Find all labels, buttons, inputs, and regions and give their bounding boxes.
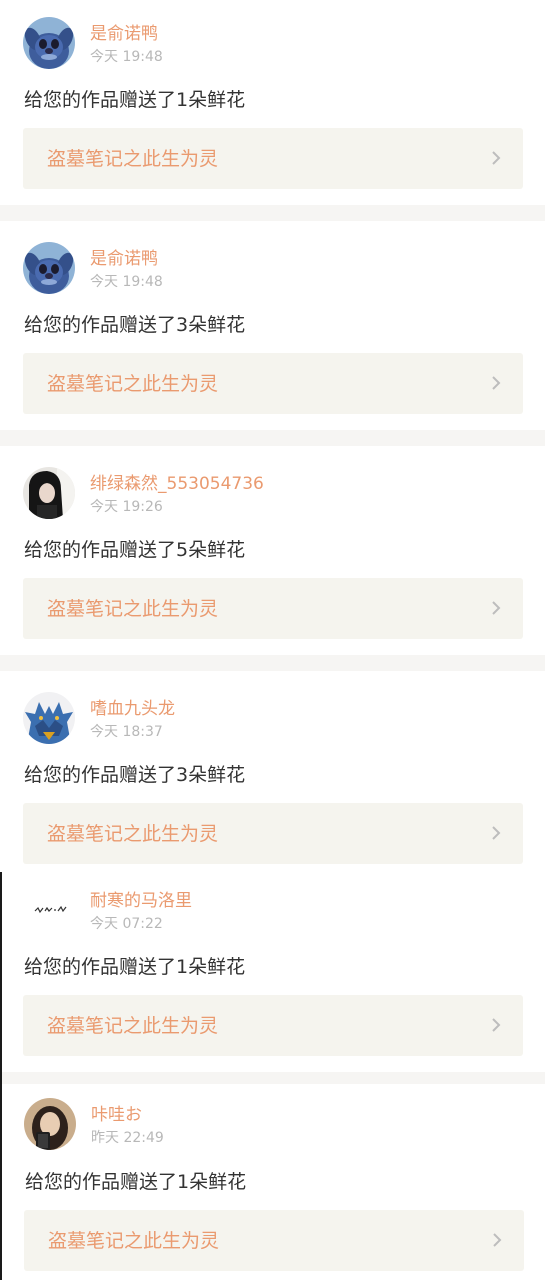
work-title: 盗墓笔记之此生为灵 bbox=[48, 1230, 220, 1252]
work-title: 盗墓笔记之此生为灵 bbox=[47, 373, 219, 395]
notification-card: 嗜血九头龙 今天 18:37 给您的作品赠送了3朵鲜花 盗墓笔记之此生为灵 bbox=[0, 671, 545, 872]
card-separator bbox=[0, 655, 545, 671]
notification-card: 是俞诺鸭 今天 19:48 给您的作品赠送了3朵鲜花 盗墓笔记之此生为灵 bbox=[0, 221, 545, 430]
gift-message: 给您的作品赠送了5朵鲜花 bbox=[24, 539, 246, 561]
stitch-avatar[interactable] bbox=[23, 242, 75, 294]
screen-edge bbox=[0, 872, 2, 1280]
username[interactable]: 是俞诺鸭 bbox=[90, 24, 158, 44]
username[interactable]: 耐寒的马洛里 bbox=[90, 891, 192, 911]
chevron-right-icon bbox=[492, 1018, 501, 1032]
timestamp: 今天 18:37 bbox=[90, 724, 163, 740]
notification-card: 咔哇お 昨天 22:49 给您的作品赠送了1朵鲜花 盗墓笔记之此生为灵 bbox=[0, 1084, 545, 1280]
girl-portrait-avatar[interactable] bbox=[23, 467, 75, 519]
notification-feed: 是俞诺鸭 今天 19:48 给您的作品赠送了1朵鲜花 盗墓笔记之此生为灵 是俞诺… bbox=[0, 0, 545, 1280]
card-separator bbox=[0, 1072, 545, 1084]
work-title: 盗墓笔记之此生为灵 bbox=[47, 148, 219, 170]
timestamp: 今天 07:22 bbox=[90, 916, 163, 932]
work-link-button[interactable]: 盗墓笔记之此生为灵 bbox=[24, 1210, 524, 1271]
timestamp: 今天 19:26 bbox=[90, 499, 163, 515]
gift-message: 给您的作品赠送了1朵鲜花 bbox=[24, 956, 246, 978]
username[interactable]: 绯绿森然_553054736 bbox=[90, 474, 264, 494]
timestamp: 昨天 22:49 bbox=[91, 1130, 164, 1146]
stitch-avatar[interactable] bbox=[23, 17, 75, 69]
chevron-right-icon bbox=[493, 1233, 502, 1247]
notification-card: 绯绿森然_553054736 今天 19:26 给您的作品赠送了5朵鲜花 盗墓笔… bbox=[0, 446, 545, 655]
notification-card: 耐寒的马洛里 今天 07:22 给您的作品赠送了1朵鲜花 盗墓笔记之此生为灵 bbox=[0, 872, 545, 1072]
username[interactable]: 嗜血九头龙 bbox=[90, 699, 175, 719]
timestamp: 今天 19:48 bbox=[90, 274, 163, 290]
chevron-right-icon bbox=[492, 376, 501, 390]
work-link-button[interactable]: 盗墓笔记之此生为灵 bbox=[23, 995, 523, 1056]
work-title: 盗墓笔记之此生为灵 bbox=[47, 598, 219, 620]
gift-message: 给您的作品赠送了1朵鲜花 bbox=[25, 1171, 247, 1193]
work-link-button[interactable]: 盗墓笔记之此生为灵 bbox=[23, 803, 523, 864]
work-link-button[interactable]: 盗墓笔记之此生为灵 bbox=[23, 353, 523, 414]
notification-card: 是俞诺鸭 今天 19:48 给您的作品赠送了1朵鲜花 盗墓笔记之此生为灵 bbox=[0, 0, 545, 205]
timestamp: 今天 19:48 bbox=[90, 49, 163, 65]
chevron-right-icon bbox=[492, 151, 501, 165]
gift-message: 给您的作品赠送了3朵鲜花 bbox=[24, 314, 246, 336]
card-separator bbox=[0, 430, 545, 446]
username[interactable]: 是俞诺鸭 bbox=[90, 249, 158, 269]
dragon-avatar[interactable] bbox=[23, 692, 75, 744]
card-separator bbox=[0, 205, 545, 221]
chevron-right-icon bbox=[492, 601, 501, 615]
work-link-button[interactable]: 盗墓笔记之此生为灵 bbox=[23, 128, 523, 189]
handwriting-avatar[interactable] bbox=[23, 884, 75, 936]
chevron-right-icon bbox=[492, 826, 501, 840]
work-title: 盗墓笔记之此生为灵 bbox=[47, 1015, 219, 1037]
selfie-avatar[interactable] bbox=[24, 1098, 76, 1150]
gift-message: 给您的作品赠送了1朵鲜花 bbox=[24, 89, 246, 111]
work-link-button[interactable]: 盗墓笔记之此生为灵 bbox=[23, 578, 523, 639]
gift-message: 给您的作品赠送了3朵鲜花 bbox=[24, 764, 246, 786]
username[interactable]: 咔哇お bbox=[91, 1105, 142, 1125]
work-title: 盗墓笔记之此生为灵 bbox=[47, 823, 219, 845]
